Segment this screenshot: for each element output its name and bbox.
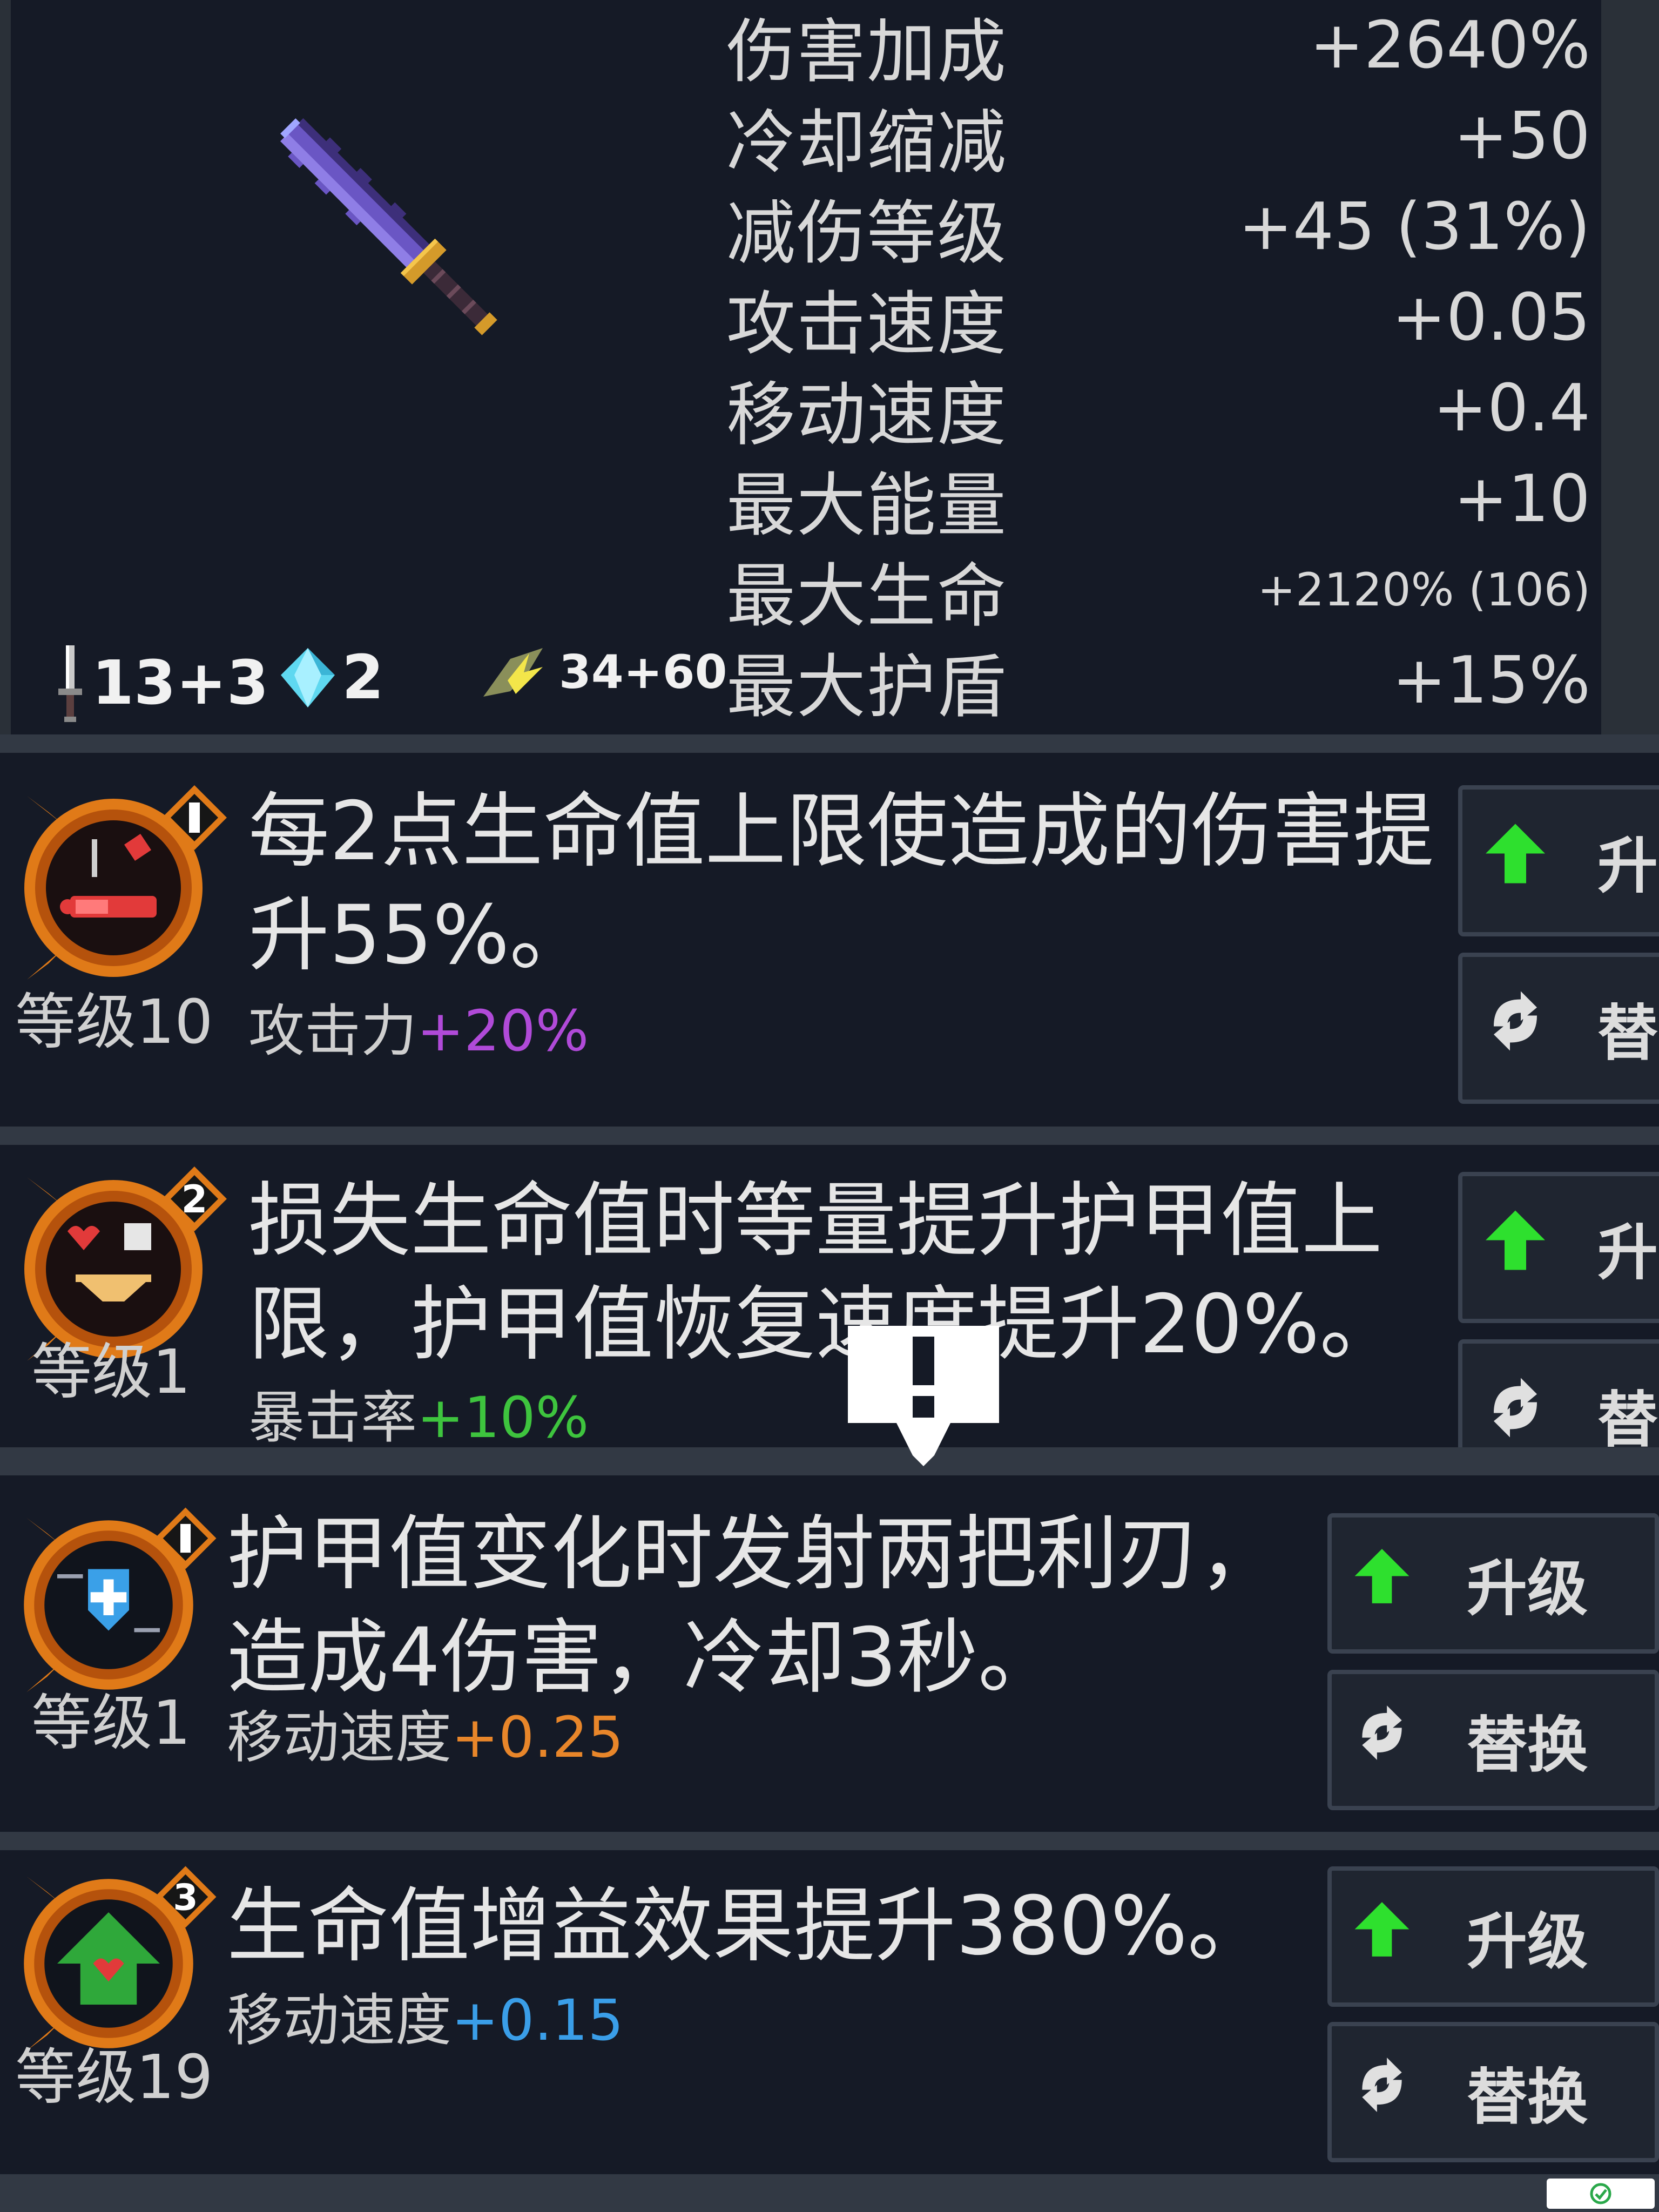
check-icon (1590, 2183, 1611, 2204)
stat-row: 最大能量 +10 (726, 454, 1590, 546)
replace-label: 替换 (1467, 2062, 1588, 2133)
perk-description: 每2点生命值上限使造成的伤害提升55%。 (248, 785, 1434, 982)
stat-label: 减伤等级 (726, 193, 1008, 274)
energy-value: 34+60 (559, 645, 727, 699)
stat-label: 冷却缩减 (726, 102, 1008, 183)
perk-level: 等级10 (15, 987, 213, 1057)
replace-button[interactable]: 替换 (1327, 1670, 1659, 1810)
svg-text:3: 3 (173, 1876, 198, 1918)
stat-row: 减伤等级 +45 (31%) (726, 181, 1590, 274)
sword-icon (259, 97, 508, 346)
perk-bonus: 暴击率+10% (248, 1372, 589, 1447)
perk-description: 生命值增益效果提升380%。 (227, 1879, 1269, 1973)
perk-card[interactable]: 1 等级1 护甲值变化时发射两把利刃，造成4伤害，冷却3秒。 移动速度+0.25… (0, 1475, 1659, 1832)
arrow-up-icon (1483, 821, 1548, 901)
arrow-up-icon (1483, 1208, 1548, 1287)
attack-stat: 13+3 (49, 643, 269, 724)
alert-shield-icon[interactable] (848, 1326, 999, 1468)
stat-list: 伤害加成 +2640% 冷却缩减 +50 减伤等级 +45 (31%) 攻击速度… (726, 0, 1590, 734)
upgrade-label: 升 (1597, 831, 1658, 901)
stat-label: 最大生命 (726, 556, 1008, 637)
bonus-value: +10% (417, 1385, 589, 1447)
energy-stat: 34+60 (478, 643, 727, 702)
stat-row: 冷却缩减 +50 (726, 91, 1590, 183)
upgrade-button[interactable]: 升级 (1327, 1866, 1659, 2007)
stat-row: 移动速度 +0.4 (726, 363, 1590, 455)
stat-label: 最大能量 (726, 465, 1008, 546)
swap-icon (1352, 2055, 1412, 2129)
watermark-logo (1547, 2179, 1655, 2209)
stat-row: 最大生命 +2120% (106) (726, 544, 1590, 637)
bonus-label: 暴击率 (248, 1385, 417, 1447)
bonus-value: +0.25 (451, 1704, 624, 1770)
bonus-label: 移动速度 (227, 1704, 452, 1770)
perk-bonus: 攻击力+20% (248, 985, 589, 1067)
stat-row: 伤害加成 +2640% (726, 0, 1590, 92)
bonus-label: 移动速度 (227, 1987, 452, 2053)
stat-value: +45 (31%) (1238, 189, 1590, 265)
stats-panel: 13+3 2 34+60 伤害加成 +2640% 冷却缩减 +50 减伤等级 +… (11, 0, 1601, 734)
replace-label: 替 (1597, 1385, 1658, 1447)
perk-level: 等级1 (31, 1337, 191, 1407)
stat-row: 攻击速度 +0.05 (726, 272, 1590, 365)
stat-value: +2120% (106) (1257, 563, 1590, 616)
perk-card[interactable]: 2 2 等级1 损失生命值时等量提升护甲值上限，护甲值恢复速度提升20%。 暴击… (0, 1145, 1659, 1447)
swap-icon (1352, 1703, 1412, 1777)
upgrade-label: 升级 (1467, 1554, 1588, 1624)
stat-value: +0.05 (1392, 280, 1590, 355)
stat-row: 最大护盾 +15% (726, 635, 1590, 727)
perk-description: 损失生命值时等量提升护甲值上限，护甲值恢复速度提升20%。 (248, 1174, 1401, 1372)
perk-level: 等级1 (31, 1688, 191, 1758)
arrow-up-icon (1352, 1900, 1412, 1974)
stat-value: +2640% (1310, 8, 1590, 83)
diamond-icon (278, 645, 338, 710)
stat-label: 最大护盾 (726, 646, 1008, 727)
swap-icon (1483, 989, 1548, 1068)
dagger-icon (49, 643, 92, 724)
perk-bonus: 移动速度+0.25 (227, 1691, 624, 1773)
attack-value: 13+3 (92, 648, 269, 718)
stat-label: 伤害加成 (726, 11, 1008, 92)
divider (0, 1832, 1659, 1850)
divider (0, 2174, 1659, 2212)
stat-value: +0.4 (1433, 370, 1590, 446)
divider (0, 1127, 1659, 1145)
replace-button[interactable]: 替换 (1327, 2022, 1659, 2162)
stat-value: +10 (1453, 461, 1590, 537)
perk-card[interactable]: 3 3 等级19 生命值增益效果提升380%。 移动速度+0.15 升级 替换 (0, 1850, 1659, 2174)
stat-value: +15% (1392, 643, 1590, 718)
replace-label: 替 (1597, 999, 1658, 1069)
replace-label: 替换 (1467, 1710, 1588, 1781)
upgrade-button[interactable]: 升级 (1327, 1513, 1659, 1654)
gem-count: 2 (342, 643, 384, 713)
upgrade-label: 升级 (1467, 1907, 1588, 1977)
lightning-icon (478, 643, 554, 702)
divider (0, 734, 1659, 753)
perk-card[interactable]: 1 等级10 每2点生命值上限使造成的伤害提升55%。 攻击力+20% 升 替 (0, 753, 1659, 1127)
divider (0, 1447, 1659, 1475)
svg-text:2: 2 (181, 1177, 208, 1222)
perk-description: 护甲值变化时发射两把利刃，造成4伤害，冷却3秒。 (227, 1507, 1280, 1705)
upgrade-button[interactable]: 升 (1458, 785, 1659, 936)
replace-button[interactable]: 替 (1458, 953, 1659, 1104)
upgrade-button[interactable]: 升 (1458, 1172, 1659, 1323)
arrow-up-icon (1352, 1547, 1412, 1621)
stat-label: 移动速度 (726, 374, 1008, 455)
upgrade-label: 升 (1597, 1218, 1658, 1288)
perk-bonus: 移动速度+0.15 (227, 1974, 624, 2056)
replace-button[interactable]: 替 (1458, 1339, 1659, 1447)
stat-value: +50 (1453, 98, 1590, 174)
bonus-label: 攻击力 (248, 998, 417, 1064)
bonus-value: +0.15 (451, 1987, 624, 2053)
perk-level: 等级19 (15, 2042, 213, 2113)
bonus-value: +20% (417, 998, 589, 1064)
gem-stat: 2 (278, 643, 384, 713)
stat-label: 攻击速度 (726, 284, 1008, 365)
perk-sword-heart-icon: 1 (16, 774, 232, 1003)
swap-icon (1483, 1375, 1548, 1448)
